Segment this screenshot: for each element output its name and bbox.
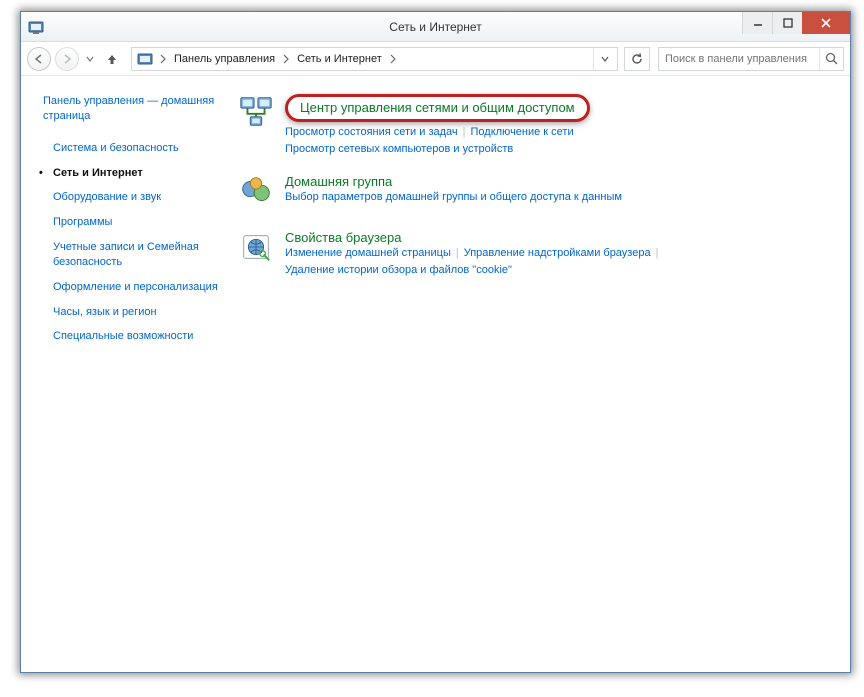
sidebar-item-network-internet[interactable]: Сеть и Интернет bbox=[43, 161, 219, 186]
window-title: Сеть и Интернет bbox=[21, 20, 850, 34]
network-sharing-icon bbox=[235, 92, 277, 134]
link-change-homepage[interactable]: Изменение домашней страницы bbox=[285, 247, 451, 259]
app-icon bbox=[21, 19, 51, 35]
chevron-right-icon[interactable] bbox=[279, 48, 293, 70]
history-dropdown[interactable] bbox=[83, 55, 97, 63]
category-homegroup: Домашняя группа Выбор параметров домашне… bbox=[235, 172, 832, 214]
breadcrumb-root[interactable]: Панель управления bbox=[170, 48, 279, 70]
category-network-sharing: Центр управления сетями и общим доступом… bbox=[235, 92, 832, 158]
content-area: Панель управления — домашняя страница Си… bbox=[21, 76, 850, 672]
highlight-annotation: Центр управления сетями и общим доступом bbox=[285, 94, 590, 122]
address-dropdown-button[interactable] bbox=[593, 48, 615, 70]
sidebar: Панель управления — домашняя страница Си… bbox=[21, 76, 231, 672]
sidebar-home-link[interactable]: Панель управления — домашняя страница bbox=[43, 94, 219, 124]
forward-button[interactable] bbox=[55, 47, 79, 71]
search-input[interactable] bbox=[659, 53, 819, 65]
link-delete-history[interactable]: Удаление истории обзора и файлов "cookie… bbox=[285, 264, 512, 276]
back-button[interactable] bbox=[27, 47, 51, 71]
chevron-right-icon[interactable] bbox=[156, 48, 170, 70]
sidebar-item-ease-access[interactable]: Специальные возможности bbox=[43, 324, 219, 349]
window-controls bbox=[742, 12, 850, 34]
search-box[interactable] bbox=[658, 47, 844, 71]
search-icon[interactable] bbox=[819, 48, 843, 70]
main-panel: Центр управления сетями и общим доступом… bbox=[231, 76, 850, 672]
up-button[interactable] bbox=[101, 48, 123, 70]
control-panel-window: Сеть и Интернет bbox=[20, 11, 851, 673]
link-homegroup[interactable]: Домашняя группа bbox=[285, 174, 392, 190]
sidebar-item-appearance[interactable]: Оформление и персонализация bbox=[43, 275, 219, 300]
sidebar-category-list: Система и безопасность Сеть и Интернет О… bbox=[43, 136, 219, 350]
control-panel-icon bbox=[136, 50, 154, 68]
link-view-network-status[interactable]: Просмотр состояния сети и задач bbox=[285, 126, 458, 138]
sidebar-item-system-security[interactable]: Система и безопасность bbox=[43, 136, 219, 161]
close-button[interactable] bbox=[802, 12, 850, 34]
link-connect-network[interactable]: Подключение к сети bbox=[471, 126, 574, 138]
address-bar[interactable]: Панель управления Сеть и Интернет bbox=[131, 47, 618, 71]
minimize-button[interactable] bbox=[742, 12, 772, 34]
refresh-button[interactable] bbox=[624, 47, 650, 71]
sublinks-network: Просмотр состояния сети и задач|Подключе… bbox=[285, 124, 832, 158]
titlebar: Сеть и Интернет bbox=[21, 12, 850, 42]
link-manage-addons[interactable]: Управление надстройками браузера bbox=[464, 247, 651, 259]
navigation-bar: Панель управления Сеть и Интернет bbox=[21, 42, 850, 76]
homegroup-icon bbox=[235, 172, 277, 214]
sidebar-item-clock-language[interactable]: Часы, язык и регион bbox=[43, 300, 219, 325]
internet-options-icon bbox=[235, 228, 277, 270]
maximize-button[interactable] bbox=[772, 12, 802, 34]
link-homegroup-settings[interactable]: Выбор параметров домашней группы и общег… bbox=[285, 191, 622, 203]
link-internet-options[interactable]: Свойства браузера bbox=[285, 230, 401, 246]
link-network-sharing-center[interactable]: Центр управления сетями и общим доступом bbox=[300, 100, 575, 116]
sidebar-item-accounts-family[interactable]: Учетные записи и Семейная безопасность bbox=[43, 235, 219, 275]
link-view-network-computers[interactable]: Просмотр сетевых компьютеров и устройств bbox=[285, 143, 513, 155]
chevron-right-icon[interactable] bbox=[386, 48, 400, 70]
sidebar-item-hardware-sound[interactable]: Оборудование и звук bbox=[43, 185, 219, 210]
sublinks-internet-options: Изменение домашней страницы|Управление н… bbox=[285, 245, 832, 279]
sublinks-homegroup: Выбор параметров домашней группы и общег… bbox=[285, 189, 832, 206]
breadcrumb-current[interactable]: Сеть и Интернет bbox=[293, 48, 386, 70]
sidebar-item-programs[interactable]: Программы bbox=[43, 210, 219, 235]
category-internet-options: Свойства браузера Изменение домашней стр… bbox=[235, 228, 832, 280]
